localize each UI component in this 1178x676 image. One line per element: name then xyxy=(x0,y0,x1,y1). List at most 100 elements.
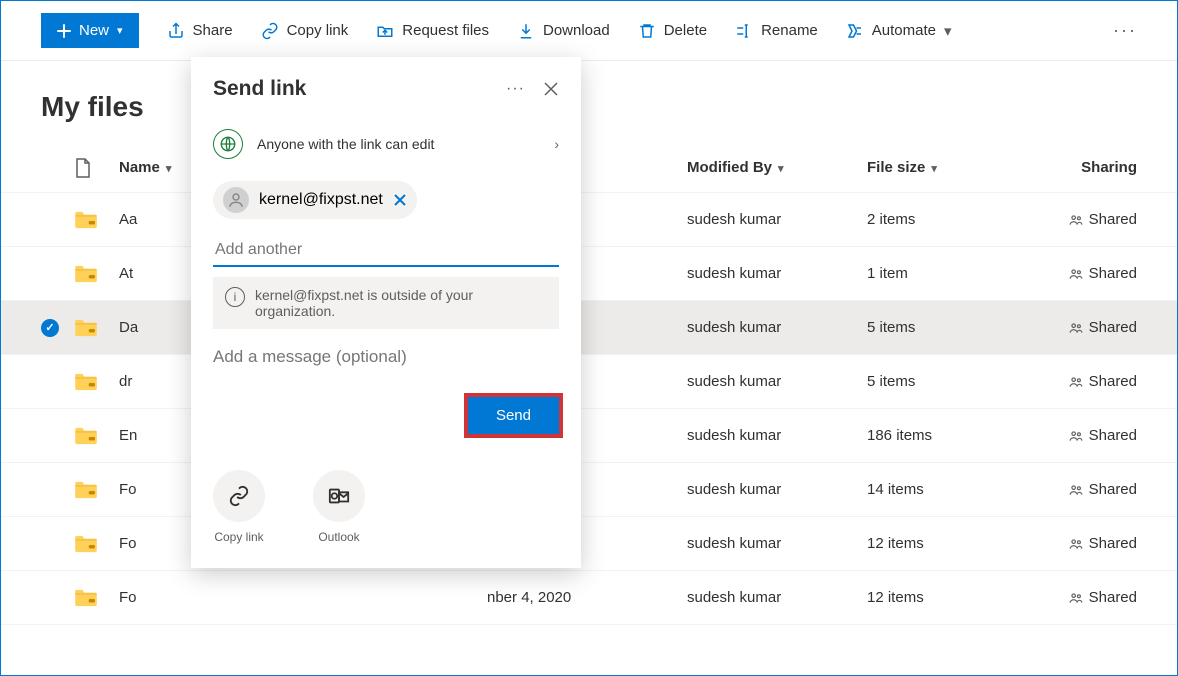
row-sharing[interactable]: Shared xyxy=(1047,535,1137,552)
table-row[interactable]: Daer 30, 2020sudesh kumar5 itemsShared xyxy=(1,301,1177,355)
col-sharing[interactable]: Sharing xyxy=(1047,159,1137,176)
automate-label: Automate xyxy=(872,22,936,39)
download-icon xyxy=(517,22,535,40)
trash-icon xyxy=(638,22,656,40)
shared-people-icon xyxy=(1069,483,1083,497)
row-file-size: 12 items xyxy=(867,535,1047,552)
new-button-label: New xyxy=(79,22,109,39)
table-row[interactable]: drirs agosudesh kumar5 itemsShared xyxy=(1,355,1177,409)
shared-folder-icon xyxy=(75,319,97,337)
row-sharing[interactable]: Shared xyxy=(1047,427,1137,444)
shared-folder-icon xyxy=(75,427,97,445)
outlook-option[interactable]: Outlook xyxy=(313,470,365,544)
info-icon: i xyxy=(225,287,245,307)
col-file-size[interactable]: File size▾ xyxy=(867,159,1047,176)
avatar-icon xyxy=(223,187,249,213)
chevron-down-icon: ▾ xyxy=(117,24,123,37)
send-button[interactable]: Send xyxy=(468,397,559,434)
dialog-more-button[interactable]: ··· xyxy=(506,80,525,98)
row-file-size: 14 items xyxy=(867,481,1047,498)
plus-icon xyxy=(57,24,71,38)
link-icon xyxy=(228,485,250,507)
row-modified-by: sudesh kumar xyxy=(687,481,867,498)
shared-folder-icon xyxy=(75,211,97,229)
table-row[interactable]: Atnber 21, 2020sudesh kumar1 itemShared xyxy=(1,247,1177,301)
row-sharing[interactable]: Shared xyxy=(1047,481,1137,498)
dialog-title: Send link xyxy=(213,77,506,101)
outlook-option-label: Outlook xyxy=(318,530,359,544)
shared-people-icon xyxy=(1069,591,1083,605)
table-row[interactable]: Fonber 4, 2020sudesh kumar14 itemsShared xyxy=(1,463,1177,517)
chevron-right-icon: › xyxy=(554,136,559,152)
row-modified-by: sudesh kumar xyxy=(687,265,867,282)
request-files-button[interactable]: Request files xyxy=(376,22,489,40)
add-recipient-input[interactable] xyxy=(213,235,559,267)
col-modified-by[interactable]: Modified By▾ xyxy=(687,159,867,176)
table-row[interactable]: Fonber 4, 2020sudesh kumar12 itemsShared xyxy=(1,517,1177,571)
row-modified: nber 4, 2020 xyxy=(487,589,687,606)
copy-link-label: Copy link xyxy=(287,22,349,39)
row-sharing[interactable]: Shared xyxy=(1047,265,1137,282)
table-header: Name▾ Modified▾ Modified By▾ File size▾ … xyxy=(1,143,1177,193)
row-file-size: 186 items xyxy=(867,427,1047,444)
row-modified-by: sudesh kumar xyxy=(687,373,867,390)
permission-text: Anyone with the link can edit xyxy=(257,136,434,152)
chevron-down-icon: ▾ xyxy=(944,22,952,40)
share-label: Share xyxy=(193,22,233,39)
shared-people-icon xyxy=(1069,537,1083,551)
page-title: My files xyxy=(1,61,1177,143)
row-sharing[interactable]: Shared xyxy=(1047,211,1137,228)
row-file-size: 2 items xyxy=(867,211,1047,228)
new-button[interactable]: New ▾ xyxy=(41,13,139,48)
row-sharing[interactable]: Shared xyxy=(1047,319,1137,336)
remove-recipient-icon[interactable] xyxy=(393,193,407,207)
globe-icon xyxy=(213,129,243,159)
shared-folder-icon xyxy=(75,265,97,283)
row-sharing[interactable]: Shared xyxy=(1047,589,1137,606)
more-actions-button[interactable]: ··· xyxy=(1113,20,1137,41)
row-sharing[interactable]: Shared xyxy=(1047,373,1137,390)
shared-people-icon xyxy=(1069,375,1083,389)
copy-link-button[interactable]: Copy link xyxy=(261,22,349,40)
command-bar: New ▾ Share Copy link Request files Down… xyxy=(1,1,1177,61)
row-file-size: 1 item xyxy=(867,265,1047,282)
request-files-label: Request files xyxy=(402,22,489,39)
message-input[interactable]: Add a message (optional) xyxy=(213,347,559,367)
file-table: Name▾ Modified▾ Modified By▾ File size▾ … xyxy=(1,143,1177,625)
row-modified-by: sudesh kumar xyxy=(687,589,867,606)
shared-folder-icon xyxy=(75,373,97,391)
permission-selector[interactable]: Anyone with the link can edit › xyxy=(213,129,559,159)
recipient-email: kernel@fixpst.net xyxy=(259,191,383,209)
shared-folder-icon xyxy=(75,589,97,607)
file-icon xyxy=(75,158,91,178)
row-modified-by: sudesh kumar xyxy=(687,427,867,444)
copy-link-option[interactable]: Copy link xyxy=(213,470,265,544)
shared-folder-icon xyxy=(75,535,97,553)
link-icon xyxy=(261,22,279,40)
table-row[interactable]: Aay 21sudesh kumar2 itemsShared xyxy=(1,193,1177,247)
row-name: Fo xyxy=(119,589,487,606)
row-checkmark[interactable] xyxy=(41,319,59,337)
table-row[interactable]: Ennber 3, 2020sudesh kumar186 itemsShare… xyxy=(1,409,1177,463)
close-icon[interactable] xyxy=(543,81,559,97)
outlook-icon xyxy=(328,485,350,507)
folder-request-icon xyxy=(376,22,394,40)
shared-folder-icon xyxy=(75,481,97,499)
download-label: Download xyxy=(543,22,610,39)
automate-button[interactable]: Automate ▾ xyxy=(846,22,952,40)
delete-button[interactable]: Delete xyxy=(638,22,707,40)
rename-icon xyxy=(735,22,753,40)
delete-label: Delete xyxy=(664,22,707,39)
share-button[interactable]: Share xyxy=(167,22,233,40)
copy-link-option-label: Copy link xyxy=(214,530,263,544)
row-file-size: 5 items xyxy=(867,319,1047,336)
row-modified-by: sudesh kumar xyxy=(687,319,867,336)
row-file-size: 12 items xyxy=(867,589,1047,606)
shared-people-icon xyxy=(1069,429,1083,443)
download-button[interactable]: Download xyxy=(517,22,610,40)
table-row[interactable]: Fonber 4, 2020sudesh kumar12 itemsShared xyxy=(1,571,1177,625)
recipient-chip: kernel@fixpst.net xyxy=(213,181,417,219)
rename-button[interactable]: Rename xyxy=(735,22,818,40)
shared-people-icon xyxy=(1069,267,1083,281)
flow-icon xyxy=(846,22,864,40)
